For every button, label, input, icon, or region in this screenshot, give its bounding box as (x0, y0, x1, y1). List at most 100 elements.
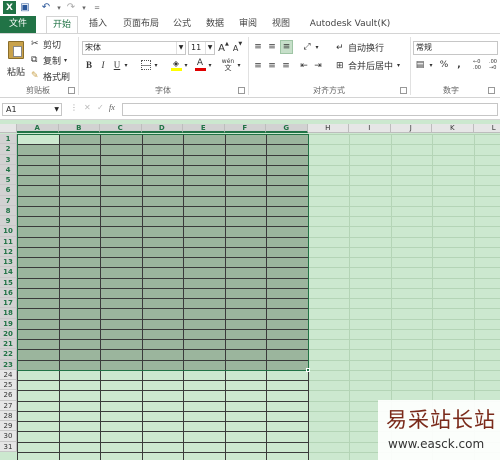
accounting-format-button[interactable]: ▤ (413, 58, 427, 72)
row-header-1[interactable]: 1 (0, 134, 17, 145)
row-header-25[interactable]: 25 (0, 380, 17, 391)
tab-3[interactable]: 页面布局 (118, 16, 164, 33)
row-header-15[interactable]: 15 (0, 277, 17, 288)
formula-input[interactable] (122, 103, 498, 116)
clipboard-dialog-launcher-icon[interactable] (68, 87, 75, 94)
copy-dropdown-icon[interactable]: ▾ (64, 57, 67, 64)
row-header-11[interactable]: 11 (0, 236, 17, 247)
tab-4[interactable]: 公式 (170, 16, 194, 33)
row-header-30[interactable]: 30 (0, 431, 17, 442)
bold-button[interactable]: B (84, 58, 94, 72)
align-middle-button[interactable]: ≡ (266, 41, 278, 53)
merge-center-button[interactable]: ⊞ 合并后居中 ▾ (336, 59, 400, 73)
orientation-button[interactable]: ⤢ (301, 41, 313, 53)
font-dialog-launcher-icon[interactable] (238, 87, 245, 94)
underline-button[interactable]: U (112, 58, 122, 72)
number-format-combo[interactable]: 常规 (413, 41, 498, 55)
row-header-3[interactable]: 3 (0, 154, 17, 165)
align-center-button[interactable]: ≡ (266, 60, 278, 72)
row-header-10[interactable]: 10 (0, 226, 17, 237)
borders-dropdown[interactable]: ▾ (153, 58, 159, 72)
save-icon[interactable]: ▣ (20, 1, 30, 14)
align-right-button[interactable]: ≡ (280, 60, 292, 72)
align-bottom-button[interactable]: ≡ (280, 40, 293, 54)
wrap-text-button[interactable]: ↵ 自动换行 (336, 41, 384, 55)
italic-button[interactable]: I (98, 58, 108, 72)
phonetic-dropdown[interactable]: ▾ (236, 58, 242, 72)
row-header-13[interactable]: 13 (0, 257, 17, 268)
row-header-9[interactable]: 9 (0, 216, 17, 227)
column-header-J[interactable]: J (390, 124, 432, 133)
borders-button[interactable] (141, 60, 151, 70)
chevron-down-icon[interactable]: ▾ (397, 62, 400, 69)
row-header-26[interactable]: 26 (0, 390, 17, 401)
row-header-4[interactable]: 4 (0, 164, 17, 175)
accounting-dropdown[interactable]: ▾ (428, 58, 434, 72)
comma-style-button[interactable]: , (454, 58, 464, 72)
decrease-decimal-button[interactable]: .00 →0 (486, 58, 500, 72)
tab-8[interactable]: Autodesk Vault(K) (305, 16, 395, 33)
row-header-14[interactable]: 14 (0, 267, 17, 278)
percent-style-button[interactable]: % (438, 58, 450, 72)
row-header-22[interactable]: 22 (0, 349, 17, 360)
cut-button[interactable]: ✂ 剪切 (31, 38, 61, 51)
column-header-K[interactable]: K (432, 124, 474, 133)
row-header-21[interactable]: 21 (0, 339, 17, 350)
fill-color-button[interactable]: ◈ (170, 58, 182, 72)
row-header-16[interactable]: 16 (0, 287, 17, 298)
increase-indent-button[interactable]: ⇥ (312, 60, 324, 72)
column-header-E[interactable]: E (183, 124, 225, 133)
row-header-18[interactable]: 18 (0, 308, 17, 319)
copy-button[interactable]: ⧉ 复制 ▾ (31, 54, 67, 67)
select-all-corner[interactable] (0, 124, 17, 133)
row-header-12[interactable]: 12 (0, 246, 17, 257)
redo-icon[interactable]: ↷ (66, 1, 76, 14)
orientation-dropdown[interactable]: ▾ (314, 41, 320, 53)
number-dialog-launcher-icon[interactable] (488, 87, 495, 94)
increase-decimal-button[interactable]: ←0.00 (470, 58, 484, 72)
column-header-B[interactable]: B (58, 124, 100, 133)
column-header-C[interactable]: C (100, 124, 142, 133)
fill-color-dropdown[interactable]: ▾ (183, 58, 189, 72)
redo-dropdown-icon[interactable]: ▾ (79, 1, 89, 14)
row-header-17[interactable]: 17 (0, 298, 17, 309)
column-header-A[interactable]: A (17, 124, 59, 133)
row-header-19[interactable]: 19 (0, 318, 17, 329)
row-header-7[interactable]: 7 (0, 195, 17, 206)
row-header-31[interactable]: 31 (0, 441, 17, 452)
underline-dropdown[interactable]: ▾ (123, 58, 129, 72)
row-header-8[interactable]: 8 (0, 205, 17, 216)
font-name-combo[interactable]: 宋体 ▼ (82, 41, 186, 55)
row-header-27[interactable]: 27 (0, 400, 17, 411)
cancel-icon[interactable]: ✕ (84, 103, 91, 112)
tab-5[interactable]: 数据 (203, 16, 227, 33)
column-header-I[interactable]: I (349, 124, 391, 133)
grow-font-button[interactable]: A ▲ (218, 41, 229, 55)
align-left-button[interactable]: ≡ (252, 60, 264, 72)
shrink-font-button[interactable]: A ▼ (232, 41, 243, 55)
row-header-23[interactable]: 23 (0, 359, 17, 370)
alignment-dialog-launcher-icon[interactable] (400, 87, 407, 94)
row-header-28[interactable]: 28 (0, 410, 17, 421)
align-top-button[interactable]: ≡ (252, 41, 264, 53)
insert-function-icon[interactable]: fx (109, 103, 115, 112)
phonetic-guide-button[interactable]: wén 文 (220, 58, 236, 72)
column-header-L[interactable]: L (473, 124, 500, 133)
fill-handle[interactable] (305, 367, 310, 372)
undo-icon[interactable]: ↶ (41, 1, 51, 14)
column-header-G[interactable]: G (266, 124, 308, 133)
column-header-H[interactable]: H (307, 124, 349, 133)
column-header-D[interactable]: D (141, 124, 183, 133)
row-header-29[interactable]: 29 (0, 421, 17, 432)
paste-button[interactable]: 粘贴 (4, 37, 28, 81)
tab-6[interactable]: 审阅 (236, 16, 260, 33)
name-box[interactable]: A1 ▼ (2, 103, 62, 116)
customize-qat-icon[interactable]: = (92, 1, 102, 14)
font-color-dropdown[interactable]: ▾ (207, 58, 213, 72)
font-size-combo[interactable]: 11 ▼ (188, 41, 215, 55)
decrease-indent-button[interactable]: ⇤ (298, 60, 310, 72)
row-header-2[interactable]: 2 (0, 144, 17, 155)
row-header-6[interactable]: 6 (0, 185, 17, 196)
column-header-F[interactable]: F (224, 124, 266, 133)
tab-1[interactable]: 开始 (46, 16, 78, 33)
